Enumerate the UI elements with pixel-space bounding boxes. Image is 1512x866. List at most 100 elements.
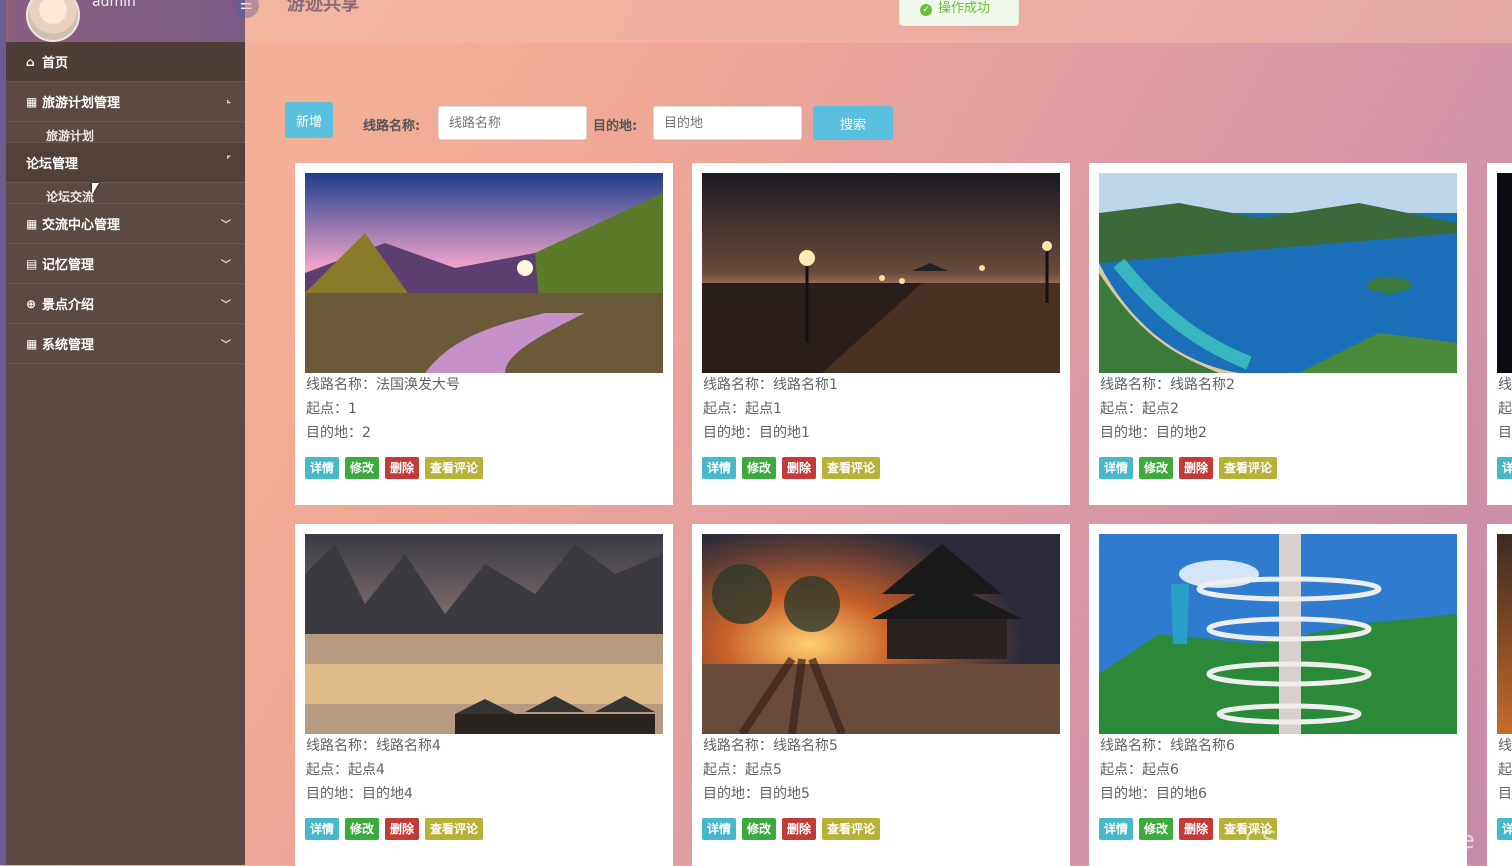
chevron-down-icon: ﹀: [221, 340, 231, 351]
route-name-text: 线路名称：线路名称6: [1100, 738, 1235, 754]
destination-text: 目的地：目的地5: [703, 786, 810, 802]
autumn-river-sunset-image[interactable]: [305, 173, 663, 373]
sidebar-item-label: 系统管理: [42, 338, 95, 353]
toast-text: 操作成功: [938, 1, 991, 16]
edit-button[interactable]: 修改: [742, 818, 777, 840]
detail-button[interactable]: 详情: [702, 818, 737, 840]
route-card-partial[interactable]: 线 起 目 详: [1487, 163, 1512, 505]
route-image: [1497, 534, 1512, 734]
edit-button[interactable]: 修改: [742, 457, 777, 479]
grid-icon: ▦: [26, 94, 38, 109]
check-icon: ✓: [920, 4, 932, 16]
sidebar-item-memory[interactable]: ▤ 记忆管理 ﹀: [6, 244, 245, 284]
delete-button[interactable]: 删除: [1179, 818, 1214, 840]
destination-text: 目: [1498, 425, 1512, 441]
windows-icon: ▦: [26, 336, 38, 351]
start-point-text: 起点：1: [306, 401, 357, 417]
sidebar-item-label: 旅游计划管理: [42, 96, 121, 111]
add-button[interactable]: 新增: [285, 102, 333, 138]
route-card[interactable]: 线路名称：线路名称6 起点：起点6 目的地：目的地6 详情 修改 删除 查看评论: [1089, 524, 1467, 866]
submenu-travel-plan[interactable]: 旅游计划: [6, 122, 245, 143]
edit-button[interactable]: 修改: [345, 457, 380, 479]
collapse-icon: ⌞: [226, 94, 231, 105]
sidebar-item-home[interactable]: ⌂ 首页: [6, 42, 245, 82]
route-card[interactable]: 线路名称：线路名称5 起点：起点5 目的地：目的地5 详情 修改 删除 查看评论: [692, 524, 1070, 866]
start-point-text: 起点：起点6: [1100, 762, 1179, 778]
route-name-input[interactable]: [438, 106, 587, 140]
success-toast: ✓ 操作成功: [899, 0, 1019, 26]
sidebar-item-label: 景点介绍: [42, 298, 95, 313]
edit-button[interactable]: 修改: [1139, 457, 1174, 479]
delete-button[interactable]: 删除: [385, 818, 420, 840]
pavilion-sunset-image[interactable]: [702, 534, 1060, 734]
detail-button[interactable]: 详情: [1099, 457, 1134, 479]
sidebar-item-label: 记忆管理: [42, 258, 95, 273]
destination-text: 目的地：目的地4: [306, 786, 413, 802]
route-card[interactable]: 线路名称：线路名称4 起点：起点4 目的地：目的地4 详情 修改 删除 查看评论: [295, 524, 673, 866]
destination-text: 目的地：目的地1: [703, 425, 810, 441]
sidebar-item-attractions[interactable]: ⊕ 景点介绍 ﹀: [6, 284, 245, 324]
sidebar-item-forum[interactable]: 论坛管理 ⌜: [6, 143, 245, 183]
card-actions: 详情 修改 删除 查看评论: [305, 818, 663, 840]
start-point-text: 起点：起点2: [1100, 401, 1179, 417]
sidebar-item-label: 论坛管理: [26, 157, 79, 172]
start-point-text: 起: [1498, 401, 1512, 417]
route-image: [1497, 173, 1512, 373]
view-comments-button[interactable]: 查看评论: [822, 457, 881, 479]
destination-text: 目: [1498, 786, 1512, 802]
detail-button[interactable]: 详情: [1099, 818, 1134, 840]
route-name-text: 线路名称：线路名称2: [1100, 377, 1235, 393]
view-comments-button[interactable]: 查看评论: [1219, 457, 1278, 479]
detail-button[interactable]: 详: [1497, 818, 1512, 840]
view-comments-button[interactable]: 查看评论: [822, 818, 881, 840]
destination-text: 目的地：目的地2: [1100, 425, 1207, 441]
route-name-text: 线: [1498, 377, 1512, 393]
delete-button[interactable]: 删除: [782, 457, 817, 479]
sidebar: admin ☰ ⌂ 首页 ▦ 旅游计划管理 ⌞ 旅游计划 论坛管理 ⌜ 论坛交流…: [0, 0, 259, 865]
sidebar-item-travel-plan[interactable]: ▦ 旅游计划管理 ⌞: [6, 82, 245, 122]
submenu-forum[interactable]: 论坛交流: [6, 183, 245, 204]
route-name-text: 线路名称：线路名称4: [306, 738, 441, 754]
edit-button[interactable]: 修改: [345, 818, 380, 840]
view-comments-button[interactable]: 查看评论: [425, 818, 484, 840]
delete-button[interactable]: 删除: [1179, 457, 1214, 479]
bay-coast-image[interactable]: [1099, 173, 1457, 373]
delete-button[interactable]: 删除: [782, 818, 817, 840]
home-icon: ⌂: [26, 54, 35, 69]
sidebar-item-exchange[interactable]: ▦ 交流中心管理 ﹀: [6, 204, 245, 244]
route-card[interactable]: 线路名称：线路名称1 起点：起点1 目的地：目的地1 详情 修改 删除 查看评论: [692, 163, 1070, 505]
username: admin: [92, 0, 136, 10]
pier-night-image[interactable]: [702, 173, 1060, 373]
sidebar-item-system[interactable]: ▦ 系统管理 ﹀: [6, 324, 245, 364]
spiral-tower-image[interactable]: [1099, 534, 1457, 734]
start-point-text: 起点：起点5: [703, 762, 782, 778]
watermark: CSDN @程序员code: [1245, 826, 1475, 854]
search-button[interactable]: 搜索: [813, 106, 893, 140]
sidebar-item-label: 交流中心管理: [42, 218, 121, 233]
grid-icon: ▦: [26, 216, 38, 231]
delete-button[interactable]: 删除: [385, 457, 420, 479]
top-bar: 游迹共享 ✓ 操作成功: [245, 0, 1512, 43]
route-card[interactable]: 线路名称：法国涣发大号 起点：1 目的地：2 详情 修改 删除 查看评论: [295, 163, 673, 505]
card-actions: 详情 修改 删除 查看评论: [702, 818, 1060, 840]
book-icon: ▤: [26, 256, 38, 271]
karst-river-image[interactable]: [305, 534, 663, 734]
route-name-text: 线路名称：线路名称5: [703, 738, 838, 754]
route-card-partial[interactable]: 线 起 目 详: [1487, 524, 1512, 866]
route-card[interactable]: 线路名称：线路名称2 起点：起点2 目的地：目的地2 详情 修改 删除 查看评论: [1089, 163, 1467, 505]
avatar[interactable]: [26, 0, 80, 42]
detail-button[interactable]: 详情: [702, 457, 737, 479]
chevron-down-icon: ﹀: [221, 300, 231, 311]
detail-button[interactable]: 详情: [305, 457, 340, 479]
destination-input[interactable]: [653, 106, 802, 140]
destination-label: 目的地:: [593, 119, 638, 134]
start-point-text: 起: [1498, 762, 1512, 778]
destination-text: 目的地：目的地6: [1100, 786, 1207, 802]
sidebar-item-label: 首页: [42, 56, 69, 71]
edit-button[interactable]: 修改: [1139, 818, 1174, 840]
globe-icon: ⊕: [26, 296, 37, 311]
detail-button[interactable]: 详情: [305, 818, 340, 840]
view-comments-button[interactable]: 查看评论: [425, 457, 484, 479]
card-actions: 详情 修改 删除 查看评论: [305, 457, 663, 479]
detail-button[interactable]: 详: [1497, 457, 1512, 479]
